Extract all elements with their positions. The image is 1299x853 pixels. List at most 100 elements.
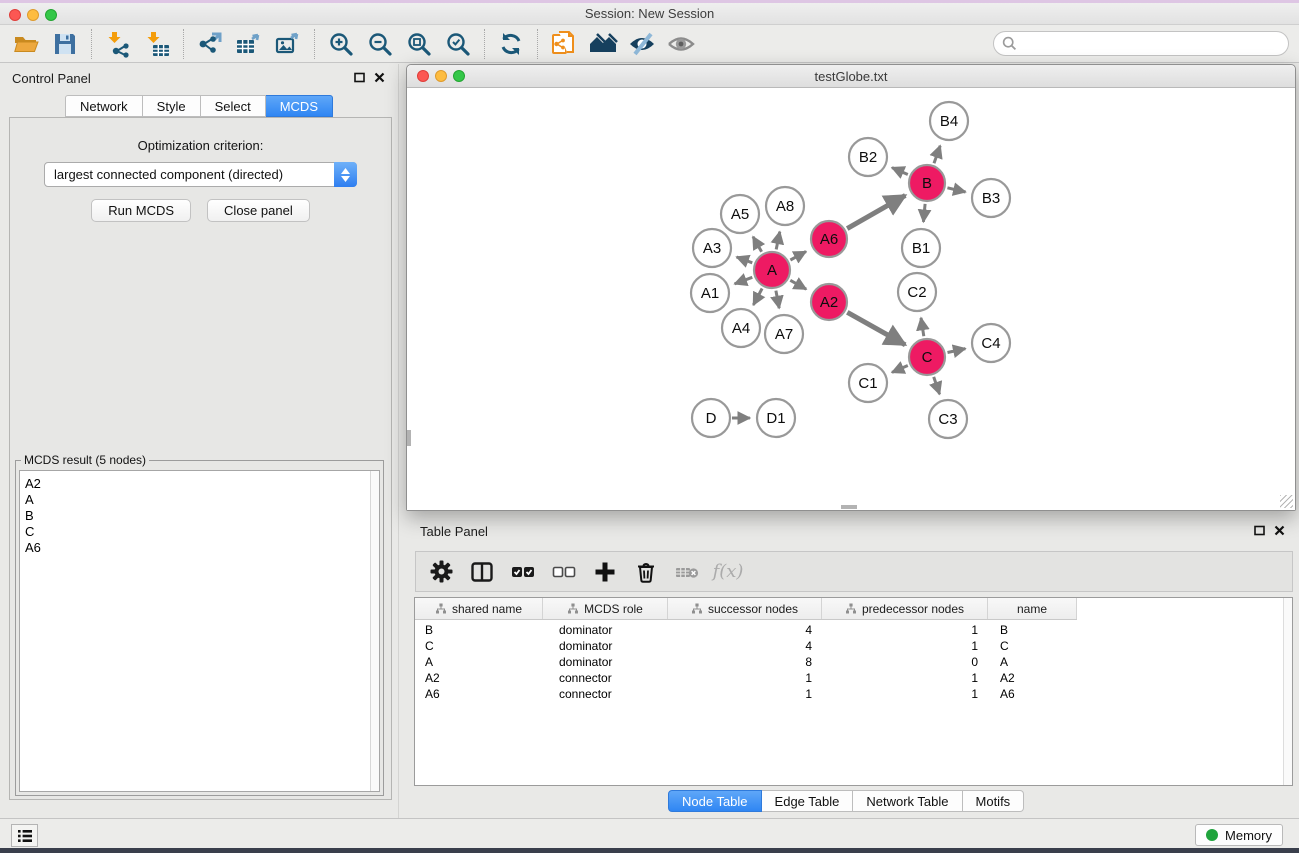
zoom-selected-icon[interactable]	[443, 29, 473, 59]
edge-B-B4[interactable]	[934, 146, 940, 164]
edge-A2-C[interactable]	[847, 312, 905, 345]
mcds-result-item[interactable]: B	[25, 508, 379, 524]
function-builder-icon[interactable]: f(x)	[715, 559, 741, 585]
edge-A-A6[interactable]	[790, 252, 806, 261]
task-list-button[interactable]	[11, 824, 38, 847]
table-cell[interactable]: connector	[543, 687, 668, 701]
edge-A-A2[interactable]	[790, 280, 806, 289]
edge-C-C1[interactable]	[892, 366, 908, 373]
table-cell[interactable]: A2	[415, 671, 543, 685]
table-cell[interactable]: C	[988, 639, 1077, 653]
hide-selected-icon[interactable]	[627, 29, 657, 59]
table-row[interactable]: A6connector11A6	[415, 686, 1292, 702]
tab-edge-table[interactable]: Edge Table	[762, 790, 854, 812]
edge-B-B1[interactable]	[923, 204, 925, 222]
refresh-view-icon[interactable]	[496, 29, 526, 59]
float-panel-icon[interactable]	[354, 72, 365, 83]
table-cell[interactable]: connector	[543, 671, 668, 685]
close-panel-icon[interactable]	[374, 72, 385, 83]
table-cell[interactable]: 1	[822, 687, 988, 701]
table-cell[interactable]: 1	[822, 623, 988, 637]
table-cell[interactable]: dominator	[543, 623, 668, 637]
tab-select[interactable]: Select	[201, 95, 266, 117]
edge-A-A7[interactable]	[776, 291, 779, 309]
table-cell[interactable]: C	[415, 639, 543, 653]
zoom-out-icon[interactable]	[365, 29, 395, 59]
tab-mcds[interactable]: MCDS	[266, 95, 333, 117]
vertical-scroll-nub[interactable]	[407, 430, 411, 446]
mcds-result-item[interactable]: A6	[25, 540, 379, 556]
close-panel-button[interactable]: Close panel	[207, 199, 310, 222]
edge-A-A4[interactable]	[753, 289, 762, 305]
table-cell[interactable]: 0	[822, 655, 988, 669]
table-cell[interactable]: 1	[822, 639, 988, 653]
tab-network-table[interactable]: Network Table	[853, 790, 962, 812]
table-cell[interactable]: A6	[988, 687, 1077, 701]
delete-column-icon[interactable]	[633, 559, 659, 585]
import-network-icon[interactable]	[103, 29, 133, 59]
table-cell[interactable]: 1	[668, 671, 822, 685]
mcds-result-item[interactable]: A	[25, 492, 379, 508]
mcds-result-item[interactable]: C	[25, 524, 379, 540]
column-header-successor-nodes[interactable]: successor nodes	[668, 598, 822, 619]
table-row[interactable]: A2connector11A2	[415, 670, 1292, 686]
search-input[interactable]	[1017, 35, 1288, 52]
mcds-result-list[interactable]: A2ABCA6	[19, 470, 380, 792]
zoom-in-icon[interactable]	[326, 29, 356, 59]
table-cell[interactable]: B	[415, 623, 543, 637]
float-table-panel-icon[interactable]	[1254, 525, 1265, 536]
edge-B-B3[interactable]	[947, 188, 965, 192]
column-header-name[interactable]: name	[988, 598, 1077, 619]
tab-style[interactable]: Style	[143, 95, 201, 117]
export-image-icon[interactable]	[273, 29, 303, 59]
add-column-icon[interactable]	[592, 559, 618, 585]
list-scrollbar[interactable]	[370, 471, 379, 791]
edge-B-B2[interactable]	[892, 168, 908, 175]
table-cell[interactable]: A2	[988, 671, 1077, 685]
export-network-icon[interactable]	[195, 29, 225, 59]
table-cell[interactable]: B	[988, 623, 1077, 637]
table-row[interactable]: Bdominator41B	[415, 622, 1292, 638]
open-session-icon[interactable]	[11, 29, 41, 59]
select-all-columns-icon[interactable]	[510, 559, 536, 585]
import-table-icon[interactable]	[142, 29, 172, 59]
mcds-result-item[interactable]: A2	[25, 476, 379, 492]
delete-table-icon[interactable]	[674, 559, 700, 585]
optimization-select[interactable]: largest connected component (directed)	[44, 162, 357, 187]
run-mcds-button[interactable]: Run MCDS	[91, 199, 191, 222]
edge-A6-B[interactable]	[847, 195, 905, 228]
resize-grip-icon[interactable]	[1280, 495, 1293, 508]
horizontal-scroll-nub[interactable]	[841, 505, 857, 509]
tab-motifs[interactable]: Motifs	[963, 790, 1025, 812]
settings-gear-icon[interactable]	[428, 559, 454, 585]
table-cell[interactable]: A	[988, 655, 1077, 669]
home-networks-icon[interactable]	[588, 29, 618, 59]
search-box[interactable]	[993, 31, 1289, 56]
export-table-icon[interactable]	[234, 29, 264, 59]
table-cell[interactable]: A	[415, 655, 543, 669]
edge-C-C2[interactable]	[921, 318, 924, 336]
memory-button[interactable]: Memory	[1195, 824, 1283, 846]
column-header-shared-name[interactable]: shared name	[415, 598, 543, 619]
edge-C-C3[interactable]	[934, 377, 940, 394]
table-cell[interactable]: dominator	[543, 655, 668, 669]
show-selected-icon[interactable]	[666, 29, 696, 59]
new-network-from-selection-icon[interactable]	[549, 29, 579, 59]
table-cell[interactable]: dominator	[543, 639, 668, 653]
tab-node-table[interactable]: Node Table	[668, 790, 762, 812]
column-header-MCDS-role[interactable]: MCDS role	[543, 598, 668, 619]
edge-A-A3[interactable]	[737, 257, 753, 263]
table-row[interactable]: Adominator80A	[415, 654, 1292, 670]
network-canvas[interactable]: B4B2BB3A8A5A6A3B1AC2A1A2A4A7C4CC1C3DD1	[407, 89, 1295, 510]
tab-network[interactable]: Network	[65, 95, 143, 117]
table-cell[interactable]: A6	[415, 687, 543, 701]
column-header-predecessor-nodes[interactable]: predecessor nodes	[822, 598, 988, 619]
table-scrollbar[interactable]	[1283, 598, 1292, 785]
edge-C-C4[interactable]	[948, 349, 966, 353]
split-view-icon[interactable]	[469, 559, 495, 585]
edge-A-A5[interactable]	[753, 237, 762, 252]
table-cell[interactable]: 8	[668, 655, 822, 669]
table-row[interactable]: Cdominator41C	[415, 638, 1292, 654]
zoom-fit-icon[interactable]	[404, 29, 434, 59]
table-cell[interactable]: 1	[668, 687, 822, 701]
